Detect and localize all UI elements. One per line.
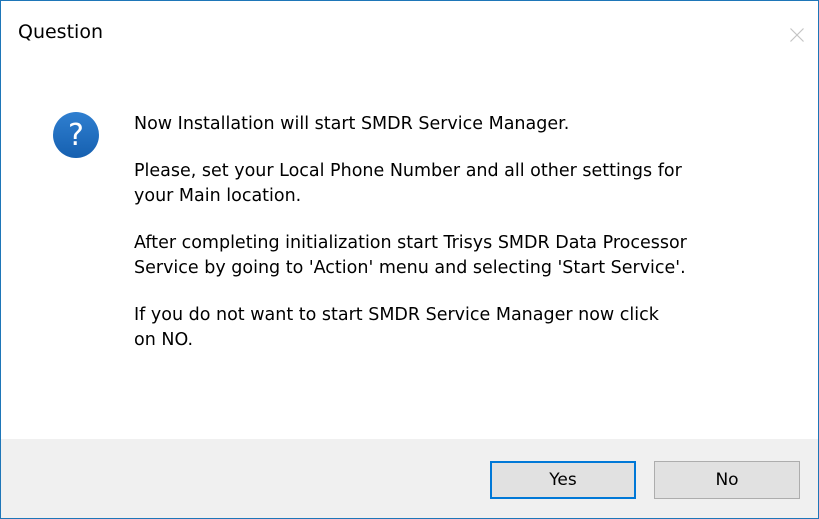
- title-bar: Question: [1, 1, 818, 67]
- no-button[interactable]: No: [654, 461, 800, 499]
- message-paragraph-2: Please, set your Local Phone Number and …: [134, 159, 804, 209]
- message-line: Now Installation will start SMDR Service…: [134, 114, 570, 134]
- message-line: If you do not want to start SMDR Service…: [134, 305, 659, 325]
- message-line: your Main location.: [134, 186, 302, 206]
- message-paragraph-4: If you do not want to start SMDR Service…: [134, 303, 804, 353]
- message-paragraph-3: After completing initialization start Tr…: [134, 231, 804, 281]
- yes-button[interactable]: Yes: [490, 461, 636, 499]
- message-text: Now Installation will start SMDR Service…: [134, 112, 804, 375]
- message-line: Please, set your Local Phone Number and …: [134, 161, 682, 181]
- message-line: After completing initialization start Tr…: [134, 233, 687, 253]
- question-dialog: Question ? Now Installation will start S…: [0, 0, 819, 519]
- question-icon: ?: [52, 111, 100, 159]
- close-icon: [790, 28, 804, 42]
- svg-text:?: ?: [68, 118, 84, 153]
- dialog-body: ? Now Installation will start SMDR Servi…: [1, 67, 818, 439]
- close-button[interactable]: [777, 15, 817, 55]
- message-line: Service by going to 'Action' menu and se…: [134, 258, 686, 278]
- message-paragraph-1: Now Installation will start SMDR Service…: [134, 112, 804, 137]
- message-line: on NO.: [134, 330, 194, 350]
- window-title: Question: [18, 21, 103, 43]
- button-bar: Yes No: [1, 439, 818, 518]
